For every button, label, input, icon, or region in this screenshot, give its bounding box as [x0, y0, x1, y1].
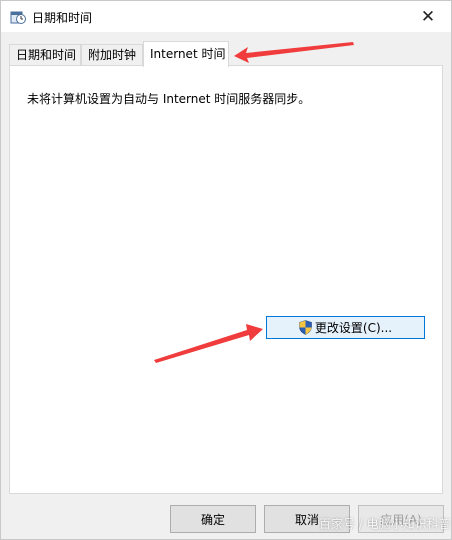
watermark: 百家号 / 电脑小知识科普	[319, 517, 451, 531]
tab-additional-clocks[interactable]: 附加时钟	[81, 44, 143, 66]
internet-time-panel: 未将计算机设置为自动与 Internet 时间服务器同步。 更改设置(C)...	[9, 65, 443, 494]
close-icon: ✕	[420, 6, 436, 27]
uac-shield-icon	[299, 320, 312, 335]
ok-button[interactable]: 确定	[170, 505, 256, 533]
sync-status-text: 未将计算机设置为自动与 Internet 时间服务器同步。	[27, 92, 311, 106]
arrow-to-internet-tab	[234, 42, 354, 63]
ok-label: 确定	[200, 512, 225, 527]
change-settings-button[interactable]: 更改设置(C)...	[266, 316, 425, 339]
date-time-dialog: 日期和时间 ✕ 日期和时间 附加时钟 Internet 时间 未将计算机设置为自…	[0, 0, 452, 540]
tab-date-time[interactable]: 日期和时间	[9, 44, 81, 66]
window-title: 日期和时间	[32, 11, 93, 25]
tab-internet-time[interactable]: Internet 时间	[143, 41, 229, 67]
close-button[interactable]: ✕	[405, 1, 451, 32]
clock-calendar-icon	[10, 11, 26, 24]
cancel-label: 取消	[294, 512, 319, 527]
tab-label: 附加时钟	[88, 48, 137, 62]
change-settings-label: 更改设置(C)...	[314, 321, 393, 335]
tab-label: 日期和时间	[16, 48, 77, 62]
title-bar[interactable]: 日期和时间 ✕	[1, 1, 451, 32]
tab-label: Internet 时间	[150, 47, 226, 61]
